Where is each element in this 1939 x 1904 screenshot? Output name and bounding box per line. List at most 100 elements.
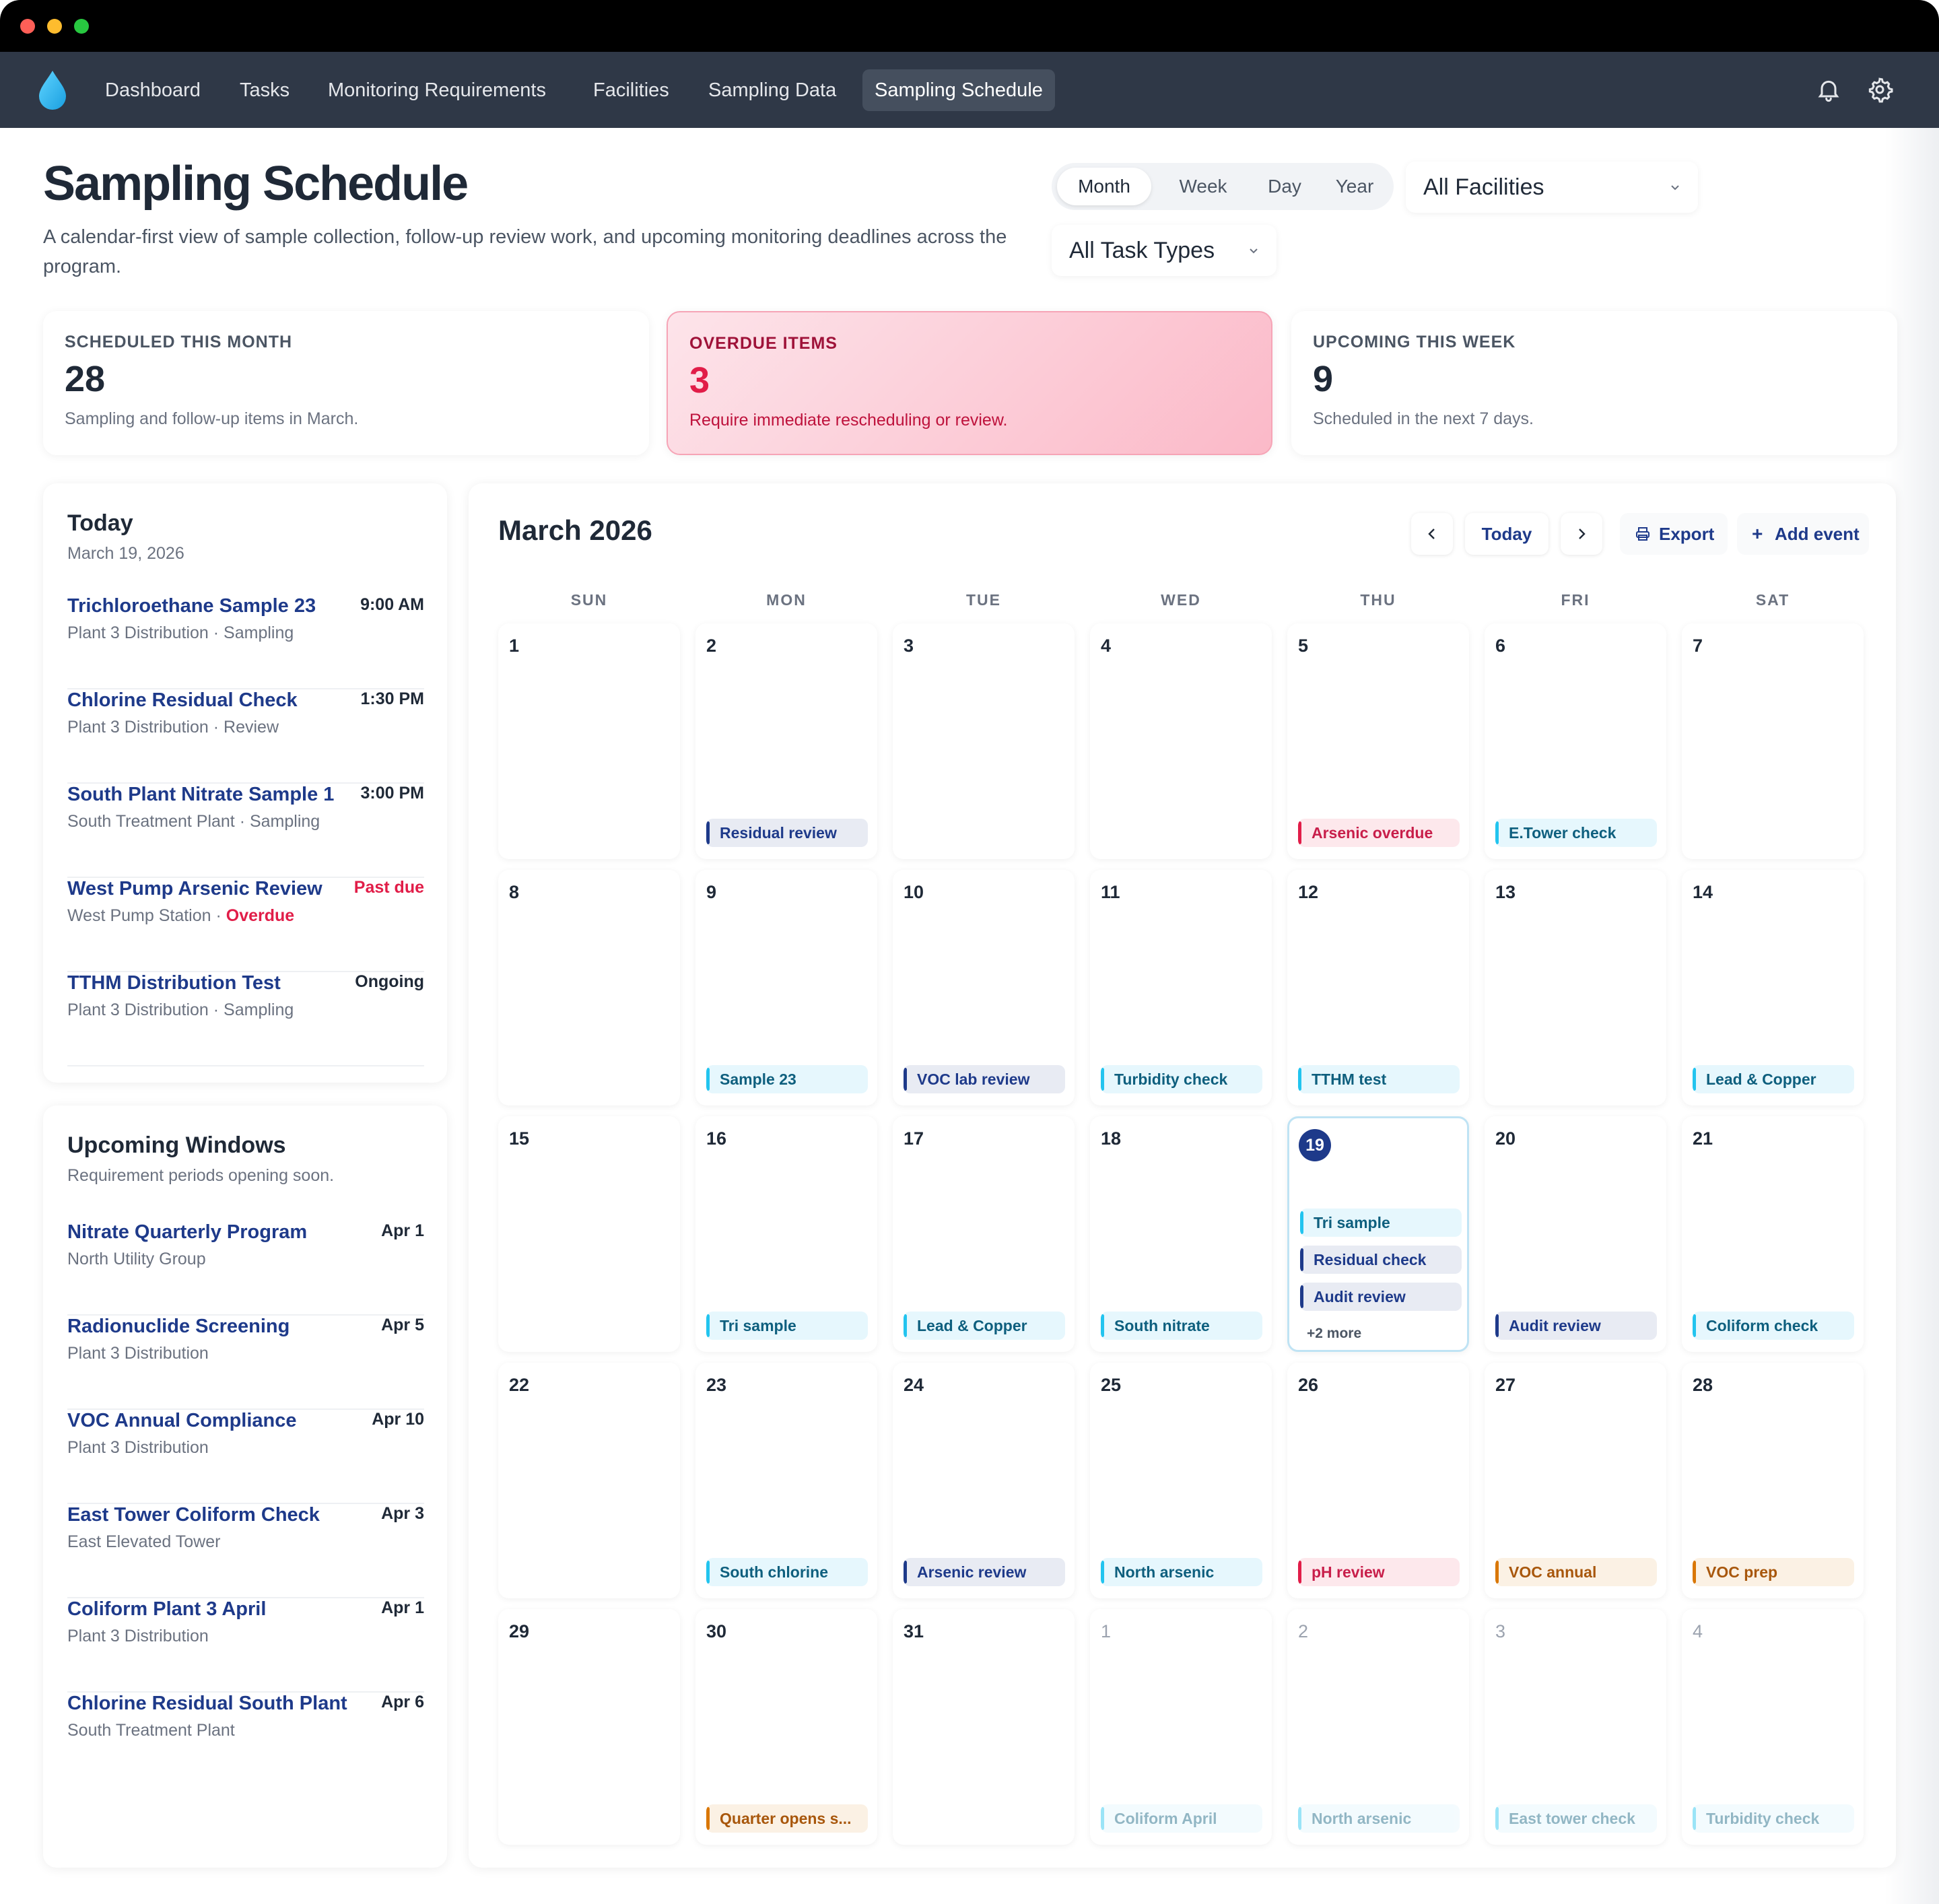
calendar-day-cell[interactable]: 27 VOC annual [1485, 1363, 1666, 1598]
today-item-time: Past due [353, 878, 424, 897]
calendar-day-cell[interactable]: 30 Quarter opens s... [695, 1609, 877, 1845]
calendar-event[interactable]: North arsenic [1298, 1804, 1460, 1833]
calendar-day-cell[interactable]: 3 [893, 623, 1075, 859]
upcoming-item[interactable]: VOC Annual Compliance Plant 3 Distributio… [67, 1410, 424, 1504]
calendar-event[interactable]: Lead & Copper [1693, 1065, 1854, 1093]
today-button[interactable]: Today [1465, 513, 1549, 555]
water-drop-logo-icon[interactable] [35, 69, 70, 110]
calendar-day-cell[interactable]: 15 [498, 1116, 680, 1352]
nav-dashboard[interactable]: Dashboard [93, 69, 213, 111]
stat-card-overdue[interactable]: OVERDUE ITEMS 3 Require immediate resche… [667, 311, 1272, 455]
today-item[interactable]: Trichloroethane Sample 23 Plant 3 Distrib… [67, 595, 424, 689]
calendar-event[interactable]: Turbidity check [1693, 1804, 1854, 1833]
nav-sampling-schedule[interactable]: Sampling Schedule [862, 69, 1055, 111]
calendar-day-cell[interactable]: 5 Arsenic overdue [1287, 623, 1469, 859]
calendar-event[interactable]: Audit review [1300, 1283, 1462, 1311]
calendar-day-cell[interactable]: 12 TTHM test [1287, 870, 1469, 1106]
calendar-event[interactable]: Residual check [1300, 1246, 1462, 1274]
facility-filter-dropdown[interactable]: All Facilities [1406, 162, 1698, 213]
more-events-link[interactable]: +2 more [1307, 1326, 1361, 1342]
calendar-event[interactable]: Audit review [1495, 1312, 1657, 1340]
calendar-event[interactable]: Coliform check [1693, 1312, 1854, 1340]
calendar-day-cell[interactable]: 3 East tower check [1485, 1609, 1666, 1845]
upcoming-item[interactable]: East Tower Coliform Check East Elevated T… [67, 1504, 424, 1598]
calendar-day-cell[interactable]: 20 Audit review [1485, 1116, 1666, 1352]
add-event-button[interactable]: + Add event [1737, 513, 1869, 555]
calendar-day-cell[interactable]: 2 Residual review [695, 623, 877, 859]
calendar-event[interactable]: South chlorine [706, 1558, 868, 1586]
view-month-button[interactable]: Month [1057, 168, 1151, 205]
calendar-event[interactable]: Coliform April [1101, 1804, 1262, 1833]
calendar-day-cell[interactable]: 4 [1090, 623, 1272, 859]
calendar-day-cell[interactable]: 24 Arsenic review [893, 1363, 1075, 1598]
calendar-day-cell[interactable]: 11 Turbidity check [1090, 870, 1272, 1106]
calendar-day-cell[interactable]: 28 VOC prep [1682, 1363, 1864, 1598]
calendar-day-cell[interactable]: 1 [498, 623, 680, 859]
nav-facilities[interactable]: Facilities [581, 69, 681, 111]
today-item[interactable]: Chlorine Residual Check Plant 3 Distribut… [67, 689, 424, 784]
calendar-event[interactable]: Arsenic review [904, 1558, 1065, 1586]
task-type-filter-dropdown[interactable]: All Task Types [1052, 225, 1277, 276]
calendar-event[interactable]: Lead & Copper [904, 1312, 1065, 1340]
close-window-button[interactable] [20, 19, 35, 34]
calendar-day-cell[interactable]: 9 Sample 23 [695, 870, 877, 1106]
calendar-event[interactable]: Turbidity check [1101, 1065, 1262, 1093]
calendar-day-cell[interactable]: 22 [498, 1363, 680, 1598]
calendar-event[interactable]: E.Tower check [1495, 819, 1657, 847]
calendar-day-cell[interactable]: 10 VOC lab review [893, 870, 1075, 1106]
calendar-event[interactable]: Arsenic overdue [1298, 819, 1460, 847]
calendar-day-cell[interactable]: 6 E.Tower check [1485, 623, 1666, 859]
calendar-day-cell[interactable]: 21 Coliform check [1682, 1116, 1864, 1352]
upcoming-item[interactable]: Chlorine Residual South Plant South Treat… [67, 1693, 424, 1787]
calendar-event[interactable]: East tower check [1495, 1804, 1657, 1833]
maximize-window-button[interactable] [74, 19, 89, 34]
view-year-button[interactable]: Year [1321, 168, 1388, 205]
chevron-down-icon [1250, 248, 1258, 254]
today-item[interactable]: TTHM Distribution Test Plant 3 Distributi… [67, 972, 424, 1066]
view-week-button[interactable]: Week [1159, 168, 1247, 205]
calendar-event[interactable]: Quarter opens s... [706, 1804, 868, 1833]
calendar-event[interactable]: VOC lab review [904, 1065, 1065, 1093]
calendar-event[interactable]: Tri sample [1300, 1209, 1462, 1237]
calendar-event[interactable]: Sample 23 [706, 1065, 868, 1093]
prev-month-button[interactable] [1411, 513, 1453, 555]
upcoming-item[interactable]: Radionuclide Screening Plant 3 Distributi… [67, 1316, 424, 1410]
calendar-day-cell[interactable]: 29 [498, 1609, 680, 1845]
calendar-day-cell[interactable]: 16 Tri sample [695, 1116, 877, 1352]
nav-monitoring-requirements[interactable]: Monitoring Requirements [316, 69, 558, 111]
calendar-day-cell[interactable]: 25 North arsenic [1090, 1363, 1272, 1598]
calendar-day-cell[interactable]: 18 South nitrate [1090, 1116, 1272, 1352]
calendar-day-cell[interactable]: 14 Lead & Copper [1682, 870, 1864, 1106]
nav-sampling-data[interactable]: Sampling Data [696, 69, 848, 111]
calendar-day-cell[interactable]: 19 Tri sample Residual check Audit review +2… [1287, 1116, 1469, 1352]
export-button[interactable]: Export [1620, 513, 1728, 555]
upcoming-item[interactable]: Coliform Plant 3 April Plant 3 Distributi… [67, 1598, 424, 1693]
today-item[interactable]: West Pump Arsenic Review West Pump Statio… [67, 878, 424, 972]
calendar-event[interactable]: North arsenic [1101, 1558, 1262, 1586]
calendar-day-cell[interactable]: 31 [893, 1609, 1075, 1845]
calendar-day-cell[interactable]: 2 North arsenic [1287, 1609, 1469, 1845]
nav-tasks[interactable]: Tasks [228, 69, 302, 111]
calendar-event[interactable]: Residual review [706, 819, 868, 847]
calendar-event[interactable]: VOC prep [1693, 1558, 1854, 1586]
gear-icon[interactable] [1866, 76, 1893, 103]
calendar-event[interactable]: TTHM test [1298, 1065, 1460, 1093]
calendar-event[interactable]: Tri sample [706, 1312, 868, 1340]
calendar-day-cell[interactable]: 7 [1682, 623, 1864, 859]
minimize-window-button[interactable] [47, 19, 62, 34]
bell-icon[interactable] [1815, 76, 1842, 103]
view-day-button[interactable]: Day [1251, 168, 1318, 205]
upcoming-item[interactable]: Nitrate Quarterly Program North Utility G… [67, 1221, 424, 1316]
calendar-day-cell[interactable]: 13 [1485, 870, 1666, 1106]
calendar-day-cell[interactable]: 17 Lead & Copper [893, 1116, 1075, 1352]
calendar-event[interactable]: VOC annual [1495, 1558, 1657, 1586]
today-item[interactable]: South Plant Nitrate Sample 1 South Treatm… [67, 784, 424, 878]
next-month-button[interactable] [1561, 513, 1602, 555]
calendar-day-cell[interactable]: 4 Turbidity check [1682, 1609, 1864, 1845]
calendar-day-cell[interactable]: 23 South chlorine [695, 1363, 877, 1598]
calendar-day-cell[interactable]: 8 [498, 870, 680, 1106]
calendar-event[interactable]: pH review [1298, 1558, 1460, 1586]
calendar-event[interactable]: South nitrate [1101, 1312, 1262, 1340]
calendar-day-cell[interactable]: 1 Coliform April [1090, 1609, 1272, 1845]
calendar-day-cell[interactable]: 26 pH review [1287, 1363, 1469, 1598]
